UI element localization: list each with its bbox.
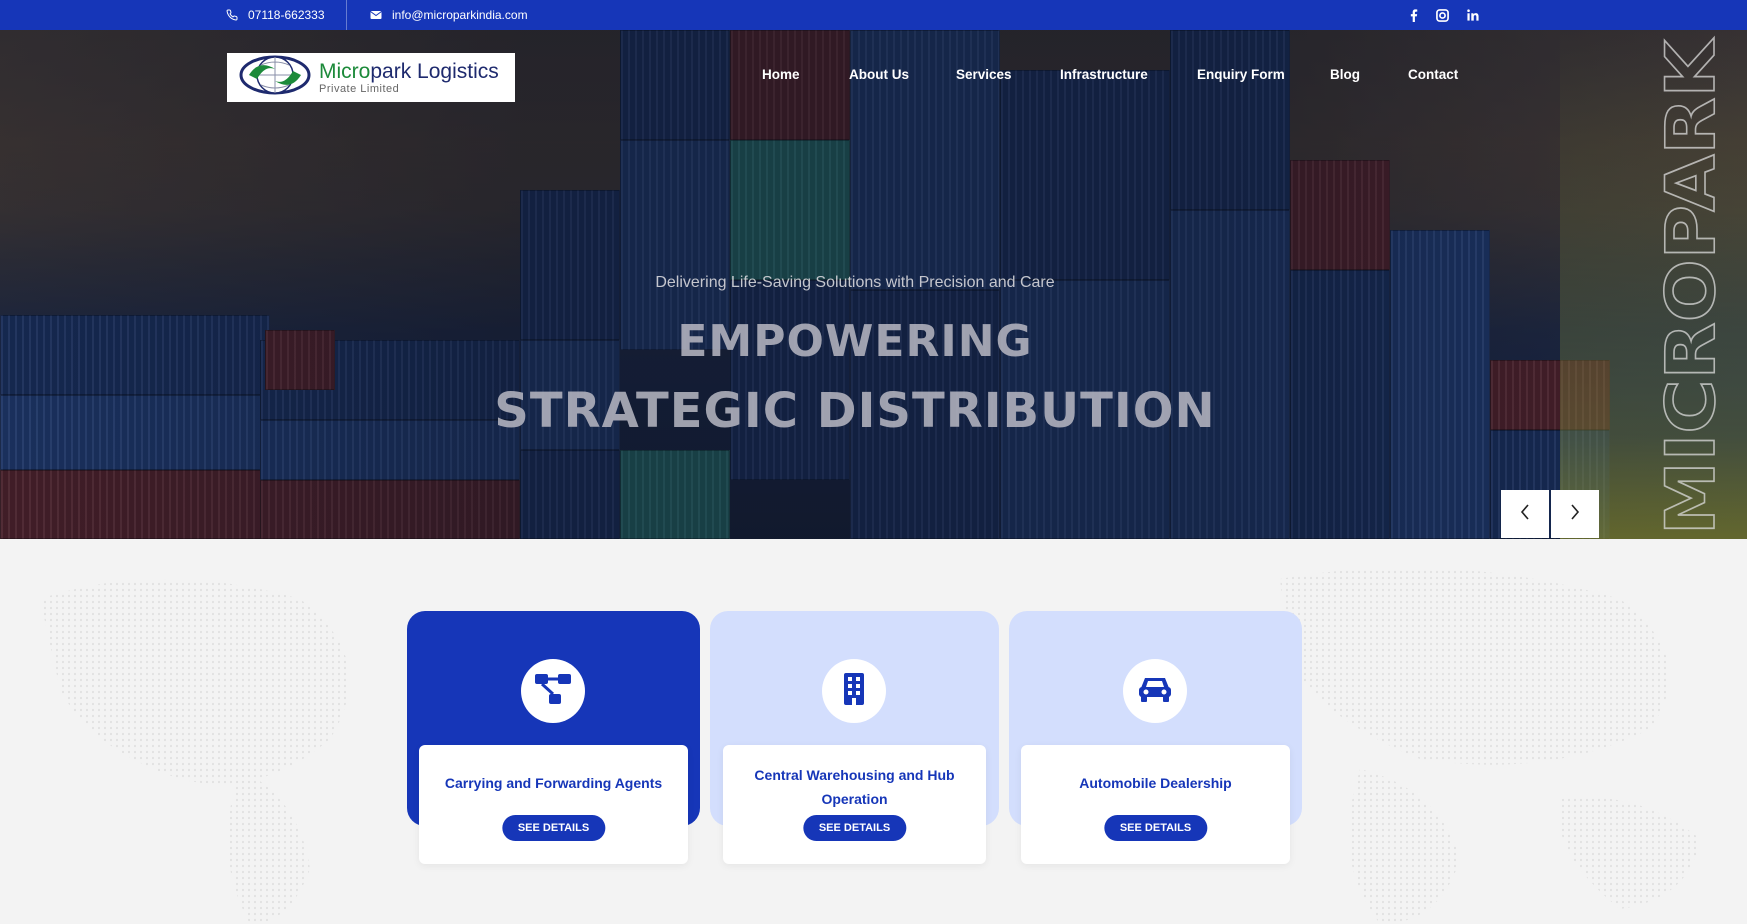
nav-home[interactable]: Home [762, 67, 800, 82]
card-icon-circle [1123, 659, 1187, 723]
slider-prev-button[interactable] [1501, 490, 1549, 538]
service-card-cfa[interactable]: Carrying and Forwarding Agents SEE DETAI… [407, 611, 700, 864]
services-section: Carrying and Forwarding Agents SEE DETAI… [0, 539, 1747, 924]
service-card-automobile[interactable]: Automobile Dealership SEE DETAILS [1009, 611, 1302, 864]
see-details-button[interactable]: SEE DETAILS [1103, 815, 1208, 841]
hero-headline-line1: EMPOWERING [677, 316, 1033, 367]
email-contact[interactable]: info@microparkindia.com [370, 0, 528, 30]
network-icon [533, 672, 573, 711]
logo-name-part1: Micro [319, 59, 371, 83]
mail-icon [370, 10, 382, 20]
nav-infrastructure[interactable]: Infrastructure [1060, 67, 1148, 82]
top-bar: 07118-662333 info@microparkindia.com [0, 0, 1747, 30]
chevron-left-icon [1520, 503, 1530, 525]
instagram-icon[interactable] [1436, 8, 1449, 22]
linkedin-icon[interactable] [1467, 9, 1479, 21]
email-address: info@microparkindia.com [392, 8, 528, 22]
site-logo[interactable]: Micropark Logistics Private Limited [227, 53, 515, 102]
see-details-button[interactable]: SEE DETAILS [802, 815, 907, 841]
chevron-right-icon [1570, 503, 1580, 525]
card-panel: Automobile Dealership SEE DETAILS [1021, 745, 1290, 864]
card-title: Central Warehousing and Hub Operation [754, 767, 955, 807]
logo-subtitle: Private Limited [319, 82, 400, 95]
card-panel: Central Warehousing and Hub Operation SE… [723, 745, 986, 864]
slider-next-button[interactable] [1551, 490, 1599, 538]
phone-number: 07118-662333 [248, 8, 325, 22]
card-icon-circle [521, 659, 585, 723]
nav-services[interactable]: Services [956, 67, 1012, 82]
phone-contact[interactable]: 07118-662333 [226, 0, 325, 30]
see-details-button[interactable]: SEE DETAILS [501, 815, 606, 841]
nav-about-us[interactable]: About Us [849, 67, 909, 82]
service-card-warehousing[interactable]: Central Warehousing and Hub Operation SE… [710, 611, 999, 864]
card-icon-circle [822, 659, 886, 723]
card-title: Automobile Dealership [1079, 775, 1232, 791]
nav-contact[interactable]: Contact [1408, 67, 1458, 82]
facebook-icon[interactable] [1410, 8, 1418, 22]
hero-tagline: Delivering Life-Saving Solutions with Pr… [655, 274, 1055, 291]
hero-headline-line2: STRATEGIC DISTRIBUTION [494, 383, 1216, 439]
globe-logo-icon [239, 55, 311, 100]
card-title: Carrying and Forwarding Agents [444, 775, 663, 791]
phone-icon [226, 9, 238, 21]
logo-name-part2: park Logistics [370, 59, 499, 83]
building-icon [842, 672, 866, 711]
car-icon [1138, 675, 1172, 708]
nav-blog[interactable]: Blog [1330, 67, 1360, 82]
divider [346, 0, 347, 30]
social-links [1410, 0, 1479, 30]
nav-enquiry-form[interactable]: Enquiry Form [1197, 67, 1285, 82]
logo-text: Micropark Logistics Private Limited [319, 61, 499, 95]
card-panel: Carrying and Forwarding Agents SEE DETAI… [419, 745, 688, 864]
